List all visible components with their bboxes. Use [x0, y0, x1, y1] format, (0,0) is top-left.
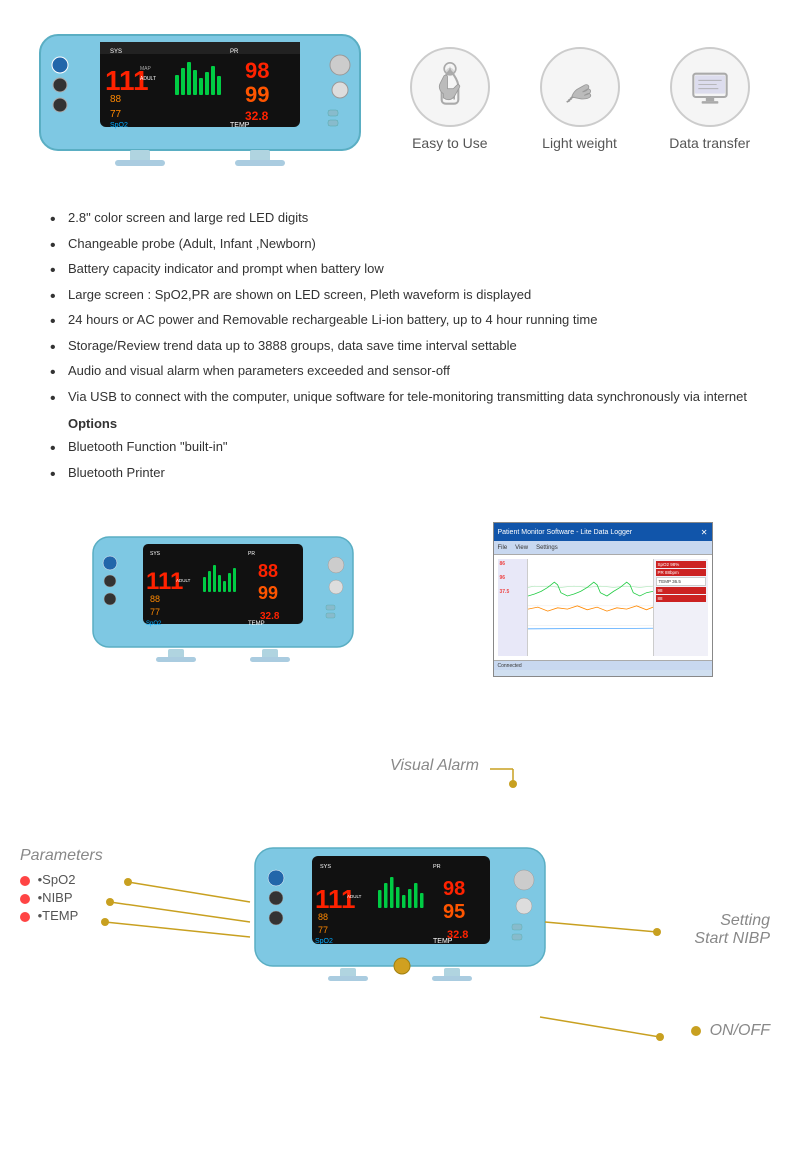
easy-to-use-label: Easy to Use — [412, 135, 487, 151]
svg-text:95: 95 — [443, 901, 465, 923]
light-weight-label: Light weight — [542, 135, 617, 151]
svg-text:32.8: 32.8 — [447, 929, 468, 941]
bullet-2: Changeable probe (Adult, Infant ,Newborn… — [50, 234, 750, 254]
options-heading: Options — [68, 416, 750, 431]
svg-text:ADULT: ADULT — [347, 894, 362, 899]
light-weight-icon-circle — [540, 47, 620, 127]
bullet-8: Via USB to connect with the computer, un… — [50, 387, 750, 407]
svg-text:SYS: SYS — [150, 551, 161, 557]
bullet-7: Audio and visual alarm when parameters e… — [50, 361, 750, 381]
option-bullets: Bluetooth Function "built-in" Bluetooth … — [50, 437, 750, 482]
svg-text:111: 111 — [315, 884, 356, 914]
spo2-bullet — [20, 876, 30, 886]
spo2-label: •SpO2 — [20, 872, 75, 887]
svg-text:88: 88 — [110, 94, 122, 105]
top-section: SYS PR 111 98 99 88 77 ADULT MAP SpO2 TE… — [0, 0, 800, 188]
middle-images-section: SYS PR 111 88 99 88 77 ADULT SpO2 TEMP 3… — [0, 502, 800, 697]
onoff-label: ON/OFF — [691, 1022, 770, 1040]
option-bullet-2: Bluetooth Printer — [50, 463, 750, 483]
svg-text:SYS: SYS — [110, 49, 122, 55]
data-transfer-icon-circle — [670, 47, 750, 127]
svg-text:TEMP: TEMP — [230, 122, 250, 129]
svg-text:88: 88 — [258, 561, 278, 581]
svg-text:SYS: SYS — [320, 864, 331, 870]
svg-text:ADULT: ADULT — [140, 76, 156, 82]
svg-text:32.8: 32.8 — [260, 611, 280, 622]
bullet-6: Storage/Review trend data up to 3888 gro… — [50, 336, 750, 356]
temp-bullet — [20, 912, 30, 922]
svg-text:98: 98 — [443, 878, 465, 900]
svg-text:PR: PR — [433, 864, 441, 870]
parameters-label: Parameters — [20, 847, 103, 865]
nibp-bullet — [20, 894, 30, 904]
data-transfer-label: Data transfer — [669, 135, 750, 151]
svg-text:PR: PR — [230, 49, 239, 55]
svg-text:77: 77 — [110, 109, 122, 120]
svg-text:77: 77 — [318, 925, 328, 935]
svg-text:99: 99 — [245, 82, 269, 107]
diagram-section: Visual Alarm Parameters •SpO2 •NIBP •TEM… — [0, 727, 800, 1097]
svg-text:SpO2: SpO2 — [110, 122, 128, 129]
svg-text:77: 77 — [150, 607, 160, 617]
svg-text:32.8: 32.8 — [245, 109, 269, 123]
feature-easy-to-use: Easy to Use — [410, 47, 490, 151]
svg-text:88: 88 — [318, 912, 328, 922]
nibp-label: •NIBP — [20, 890, 73, 905]
option-bullet-1: Bluetooth Function "built-in" — [50, 437, 750, 457]
feature-bullets: 2.8" color screen and large red LED digi… — [50, 208, 750, 406]
setting-label: Setting Start NIBP — [694, 912, 770, 948]
svg-text:SpO2: SpO2 — [146, 621, 162, 627]
bullet-3: Battery capacity indicator and prompt wh… — [50, 259, 750, 279]
temp-label: •TEMP — [20, 908, 78, 923]
easy-to-use-icon-circle — [410, 47, 490, 127]
device-image-top: SYS PR 111 98 99 88 77 ADULT MAP SpO2 TE… — [30, 20, 370, 178]
bullet-5: 24 hours or AC power and Removable recha… — [50, 310, 750, 330]
bullet-4: Large screen : SpO2,PR are shown on LED … — [50, 285, 750, 305]
features-icons: Easy to Use Light weight — [390, 47, 770, 151]
svg-text:SpO2: SpO2 — [315, 938, 333, 945]
onoff-bullet — [691, 1026, 701, 1036]
svg-text:98: 98 — [245, 58, 269, 83]
svg-text:99: 99 — [258, 583, 278, 603]
feature-data-transfer: Data transfer — [669, 47, 750, 151]
diagram-device: SYS PR 111 98 95 88 77 ADULT SpO2 TEMP 3… — [250, 840, 550, 990]
device-image-mid: SYS PR 111 88 99 88 77 ADULT SpO2 TEMP 3… — [88, 527, 358, 672]
bullet-1: 2.8" color screen and large red LED digi… — [50, 208, 750, 228]
svg-text:PR: PR — [248, 551, 255, 557]
feature-light-weight: Light weight — [540, 47, 620, 151]
software-screenshot: Patient Monitor Software - Lite Data Log… — [493, 522, 713, 677]
visual-alarm-label: Visual Alarm — [390, 757, 479, 775]
bullets-section: 2.8" color screen and large red LED digi… — [0, 188, 800, 502]
svg-text:88: 88 — [150, 594, 160, 604]
svg-text:MAP: MAP — [140, 66, 152, 72]
svg-text:ADULT: ADULT — [176, 578, 191, 583]
